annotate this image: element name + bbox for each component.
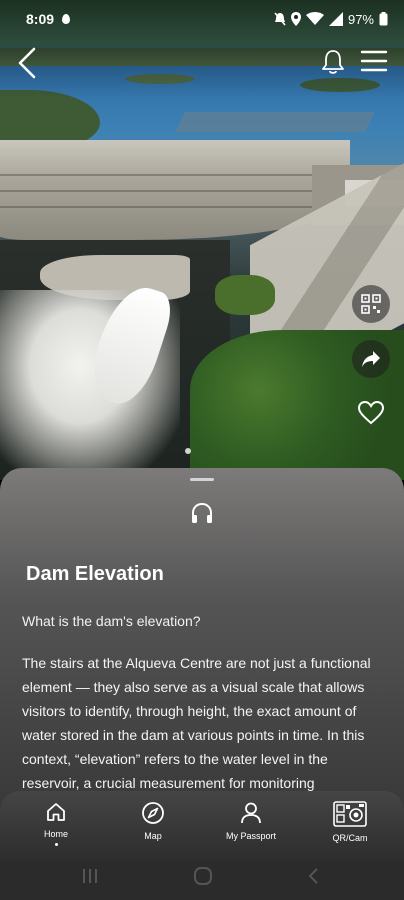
- nav-home[interactable]: Home: [11, 801, 101, 846]
- sheet-body-text: The stairs at the Alqueva Centre are not…: [22, 655, 371, 791]
- location-pin-icon: [62, 14, 71, 24]
- headphones-audio-icon[interactable]: [190, 502, 214, 524]
- mute-icon: [274, 12, 286, 26]
- nav-map[interactable]: Map: [108, 801, 198, 841]
- sheet-question: What is the dam's elevation?: [22, 613, 201, 629]
- favorite-button[interactable]: [352, 394, 390, 432]
- hero-vegetation: [215, 275, 275, 315]
- location-icon: [290, 12, 301, 26]
- system-back-icon[interactable]: [306, 865, 322, 887]
- qr-code-button[interactable]: [352, 285, 390, 323]
- system-navigation-bar: [0, 861, 404, 900]
- nav-home-label: Home: [43, 829, 68, 839]
- hero-solar-panels: [175, 112, 375, 132]
- hamburger-menu-icon[interactable]: [360, 48, 388, 74]
- nav-my-passport[interactable]: My Passport: [206, 801, 296, 841]
- battery-icon: [379, 12, 388, 26]
- nav-qr-cam[interactable]: QR/Cam: [305, 801, 395, 843]
- nav-qr-cam-label: QR/Cam: [332, 833, 368, 843]
- battery-percent: 97%: [347, 11, 374, 27]
- back-arrow-icon[interactable]: [14, 46, 42, 80]
- share-button[interactable]: [352, 340, 390, 378]
- heart-icon: [358, 401, 384, 425]
- nav-my-passport-label: My Passport: [225, 831, 276, 841]
- status-icons: 97%: [274, 12, 388, 27]
- share-arrow-icon: [362, 351, 380, 367]
- nav-active-indicator: [54, 843, 58, 846]
- person-icon: [241, 802, 261, 824]
- qr-code-icon: [361, 294, 381, 314]
- status-bar: 8:09 97%: [0, 0, 404, 38]
- recent-apps-icon[interactable]: [80, 865, 100, 887]
- bottom-navigation: Home Map My Passport QR/Cam: [0, 791, 404, 861]
- status-time: 8:09: [26, 11, 55, 27]
- bell-icon[interactable]: [320, 48, 346, 76]
- sheet-drag-handle[interactable]: [190, 478, 214, 481]
- signal-icon: [328, 12, 343, 26]
- compass-icon: [142, 802, 164, 824]
- page-indicator-dot: [185, 448, 191, 454]
- qr-camera-icon: [333, 801, 367, 827]
- nav-map-label: Map: [144, 831, 162, 841]
- wifi-icon: [305, 12, 324, 25]
- sheet-title: Dam Elevation: [26, 563, 164, 585]
- home-circle-icon[interactable]: [192, 865, 214, 887]
- home-icon: [47, 803, 65, 821]
- hero-dam-texture: [0, 160, 330, 220]
